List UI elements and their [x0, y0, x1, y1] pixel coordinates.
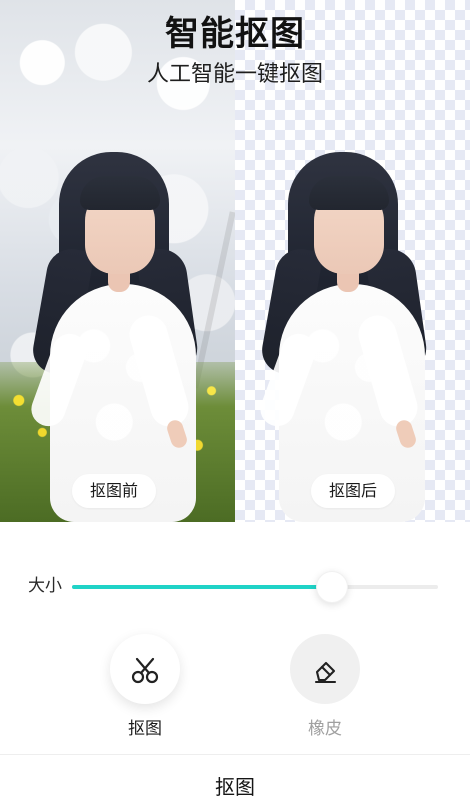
portrait-bangs	[309, 176, 389, 210]
eraser-tool-button[interactable]: 橡皮	[280, 634, 370, 740]
eraser-icon	[308, 652, 342, 686]
bottom-divider	[0, 754, 470, 755]
bottom-active-tab[interactable]: 抠图	[0, 774, 470, 800]
cut-tool-circle[interactable]	[110, 634, 180, 704]
slider-thumb[interactable]	[315, 571, 348, 603]
page-header: 智能抠图 人工智能一键抠图	[0, 10, 470, 90]
eraser-tool-label: 橡皮	[308, 719, 342, 739]
image-preview: 智能抠图 人工智能一键抠图 抠图前 抠图后	[0, 0, 470, 522]
before-label: 抠图前	[72, 474, 157, 508]
cut-tool-button[interactable]: 抠图	[100, 634, 190, 740]
scissors-icon	[128, 652, 162, 686]
cut-tool-label: 抠图	[128, 719, 162, 739]
page-title: 智能抠图	[165, 14, 305, 54]
eraser-tool-circle[interactable]	[290, 634, 360, 704]
before-portrait	[24, 152, 210, 522]
edit-controls: 大小 抠图 橡皮 抠图	[0, 522, 470, 800]
size-label: 大小	[28, 576, 62, 596]
page-subtitle: 人工智能一键抠图	[146, 62, 323, 87]
size-slider[interactable]	[72, 571, 438, 603]
portrait-bangs	[80, 176, 160, 210]
after-label: 抠图后	[311, 474, 396, 508]
after-portrait	[253, 152, 439, 522]
slider-fill	[72, 585, 332, 589]
